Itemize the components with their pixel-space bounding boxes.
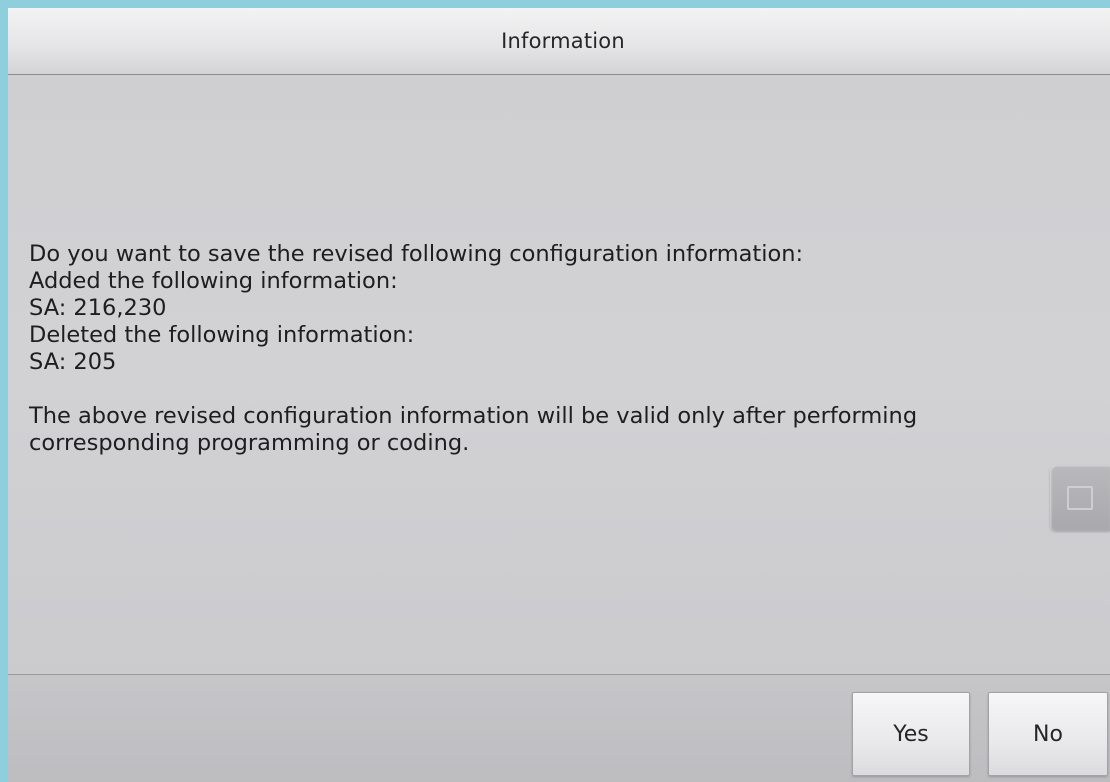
message-added-value: SA: 216,230 <box>29 295 167 321</box>
message-added-heading: Added the following information: <box>29 268 398 294</box>
side-panel-handle[interactable] <box>1050 465 1110 531</box>
dialog-button-bar: Yes No <box>8 674 1110 782</box>
yes-button[interactable]: Yes <box>852 692 970 776</box>
message-note-line-1: The above revised configuration informat… <box>29 403 918 429</box>
panel-handle-icon <box>1067 486 1093 510</box>
message-note-line-2: corresponding programming or coding. <box>29 430 470 456</box>
screen: Information Do you want to save the revi… <box>0 0 1110 782</box>
dialog-title: Information <box>501 29 625 53</box>
information-dialog: Information Do you want to save the revi… <box>8 8 1110 782</box>
no-button[interactable]: No <box>988 692 1108 776</box>
dialog-title-bar: Information <box>8 8 1110 75</box>
dialog-content: Do you want to save the revised followin… <box>8 75 1110 675</box>
message-question: Do you want to save the revised followin… <box>29 241 804 267</box>
message-deleted-value: SA: 205 <box>29 349 117 375</box>
dialog-message: Do you want to save the revised followin… <box>29 241 1029 457</box>
message-deleted-heading: Deleted the following information: <box>29 322 415 348</box>
message-spacer <box>29 376 1029 403</box>
